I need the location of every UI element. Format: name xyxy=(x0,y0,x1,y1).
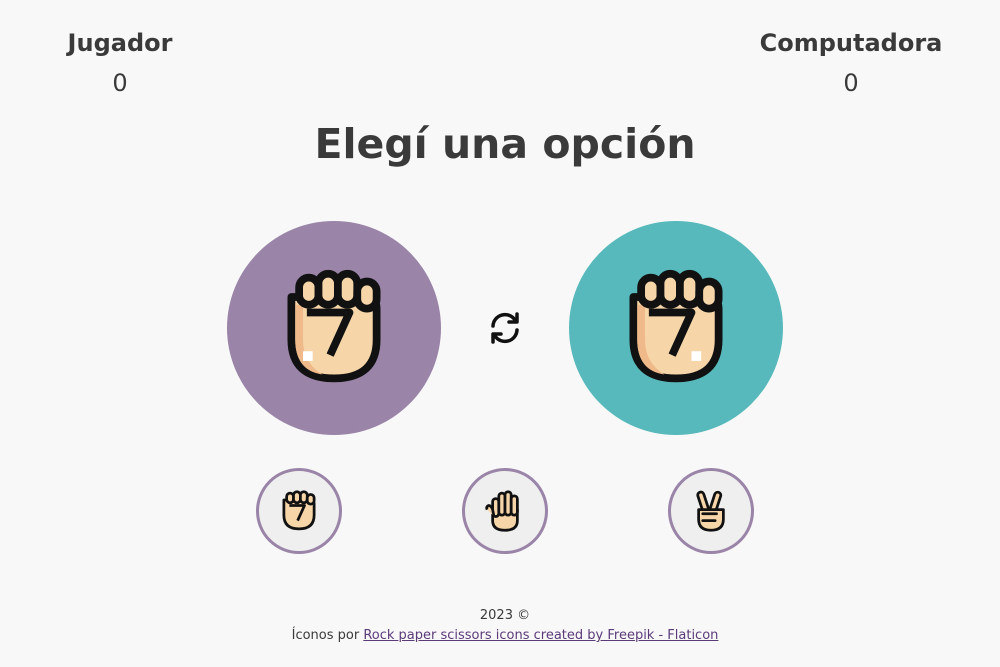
footer: 2023 © Íconos por Rock paper scissors ic… xyxy=(0,606,1000,646)
player-score-value: 0 xyxy=(112,69,128,97)
player-label: Jugador xyxy=(67,29,173,57)
computer-score: Computadora 0 xyxy=(751,26,951,100)
rock-option-button[interactable] xyxy=(256,468,342,554)
scissors-option-button[interactable] xyxy=(668,468,754,554)
computer-label: Computadora xyxy=(759,29,943,57)
computer-choice-display xyxy=(569,221,783,435)
computer-score-value: 0 xyxy=(843,69,859,97)
page-title: Elegí una opción xyxy=(314,120,696,168)
paper-option-button[interactable] xyxy=(462,468,548,554)
credit-link[interactable]: Rock paper scissors icons created by Fre… xyxy=(363,628,718,643)
rock-fist-icon xyxy=(287,269,381,383)
rock-fist-icon xyxy=(282,490,316,531)
copyright-text: 2023 © xyxy=(479,608,531,623)
scissors-hand-icon xyxy=(696,490,725,532)
credit-line: Íconos por Rock paper scissors icons cre… xyxy=(0,626,1000,646)
player-choice-display xyxy=(227,221,441,435)
rock-fist-icon xyxy=(629,269,723,383)
credit-prefix: Íconos por xyxy=(291,628,364,643)
game-page: Jugador 0 Computadora 0 Elegí una opción xyxy=(0,0,1000,667)
paper-hand-icon xyxy=(485,490,519,532)
refresh-icon[interactable] xyxy=(487,310,523,346)
player-score: Jugador 0 xyxy=(20,26,220,100)
